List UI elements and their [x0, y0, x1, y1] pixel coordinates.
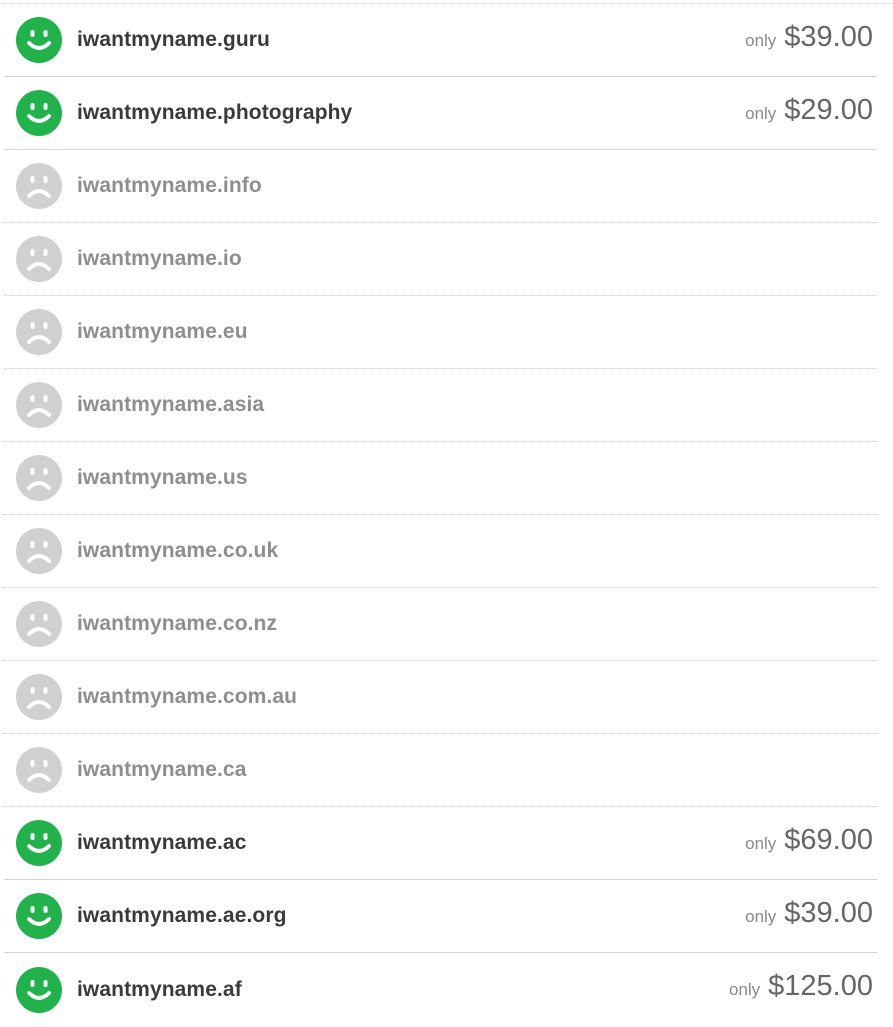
- domain-row-taken: iwantmyname.us: [4, 442, 877, 515]
- only-label: only: [745, 833, 777, 853]
- domain-row-taken: iwantmyname.ca: [4, 734, 877, 807]
- domain-row-taken: iwantmyname.co.nz: [4, 588, 877, 661]
- smiley-icon: [16, 17, 62, 63]
- domain-name: iwantmyname.co.nz: [77, 612, 278, 635]
- domain-name: iwantmyname.ca: [77, 758, 247, 781]
- domain-name: iwantmyname.eu: [77, 320, 248, 343]
- domain-row-taken: iwantmyname.eu: [4, 296, 877, 369]
- price-group: only $39.00: [745, 897, 873, 930]
- domain-name: iwantmyname.com.au: [77, 685, 298, 708]
- domain-name: iwantmyname.ae.org: [77, 904, 287, 927]
- domain-name: iwantmyname.asia: [77, 393, 265, 416]
- price-value: $29.00: [784, 93, 873, 126]
- only-label: only: [728, 980, 761, 999]
- frowny-icon: [16, 309, 62, 355]
- frowny-icon: [16, 236, 62, 282]
- price-group: only $69.00: [745, 824, 873, 857]
- frowny-icon: [16, 528, 62, 574]
- domain-row-available[interactable]: iwantmyname.guru only $39.00: [4, 4, 877, 77]
- domain-row-available[interactable]: iwantmyname.ae.org only $39.00: [4, 880, 877, 953]
- domain-row-available[interactable]: iwantmyname.photography only $29.00: [4, 77, 877, 150]
- price-group: only $29.00: [745, 94, 873, 127]
- domain-row-taken: iwantmyname.asia: [4, 369, 877, 442]
- domain-name: iwantmyname.guru: [77, 28, 270, 51]
- frowny-icon: [16, 601, 62, 647]
- domain-row-available[interactable]: iwantmyname.ac only $69.00: [4, 807, 877, 880]
- frowny-icon: [16, 382, 62, 428]
- domain-name: iwantmyname.co.uk: [77, 539, 279, 562]
- frowny-icon: [16, 455, 62, 501]
- price-value: $125.00: [768, 970, 873, 1002]
- domain-row-taken: iwantmyname.info: [4, 150, 877, 223]
- price-value: $39.00: [784, 20, 873, 53]
- domain-results-list: iwantmyname.guru only $39.00 iwantmyname…: [0, 3, 893, 1027]
- price-group: only $39.00: [745, 21, 873, 54]
- only-label: only: [745, 906, 777, 926]
- price-value: $69.00: [784, 823, 873, 856]
- smiley-icon: [16, 820, 62, 866]
- price-value: $39.00: [784, 896, 873, 929]
- frowny-icon: [16, 674, 62, 720]
- domain-name: iwantmyname.info: [77, 174, 262, 197]
- smiley-icon: [16, 966, 62, 1013]
- domain-name: iwantmyname.us: [77, 466, 248, 489]
- frowny-icon: [16, 163, 62, 209]
- domain-row-taken: iwantmyname.co.uk: [4, 515, 877, 588]
- domain-row-taken: iwantmyname.com.au: [4, 661, 877, 734]
- only-label: only: [745, 30, 777, 50]
- only-label: only: [745, 103, 777, 123]
- domain-name: iwantmyname.ac: [77, 831, 247, 854]
- domain-name: iwantmyname.photography: [77, 101, 353, 124]
- domain-name: iwantmyname.af: [77, 977, 242, 1001]
- domain-name: iwantmyname.io: [77, 247, 242, 270]
- smiley-icon: [16, 893, 62, 939]
- smiley-icon: [16, 90, 62, 136]
- domain-row-taken: iwantmyname.io: [4, 223, 877, 296]
- price-group: only $125.00: [729, 970, 873, 1003]
- domain-row-available[interactable]: iwantmyname.af only $125.00: [4, 953, 877, 1026]
- frowny-icon: [16, 747, 62, 793]
